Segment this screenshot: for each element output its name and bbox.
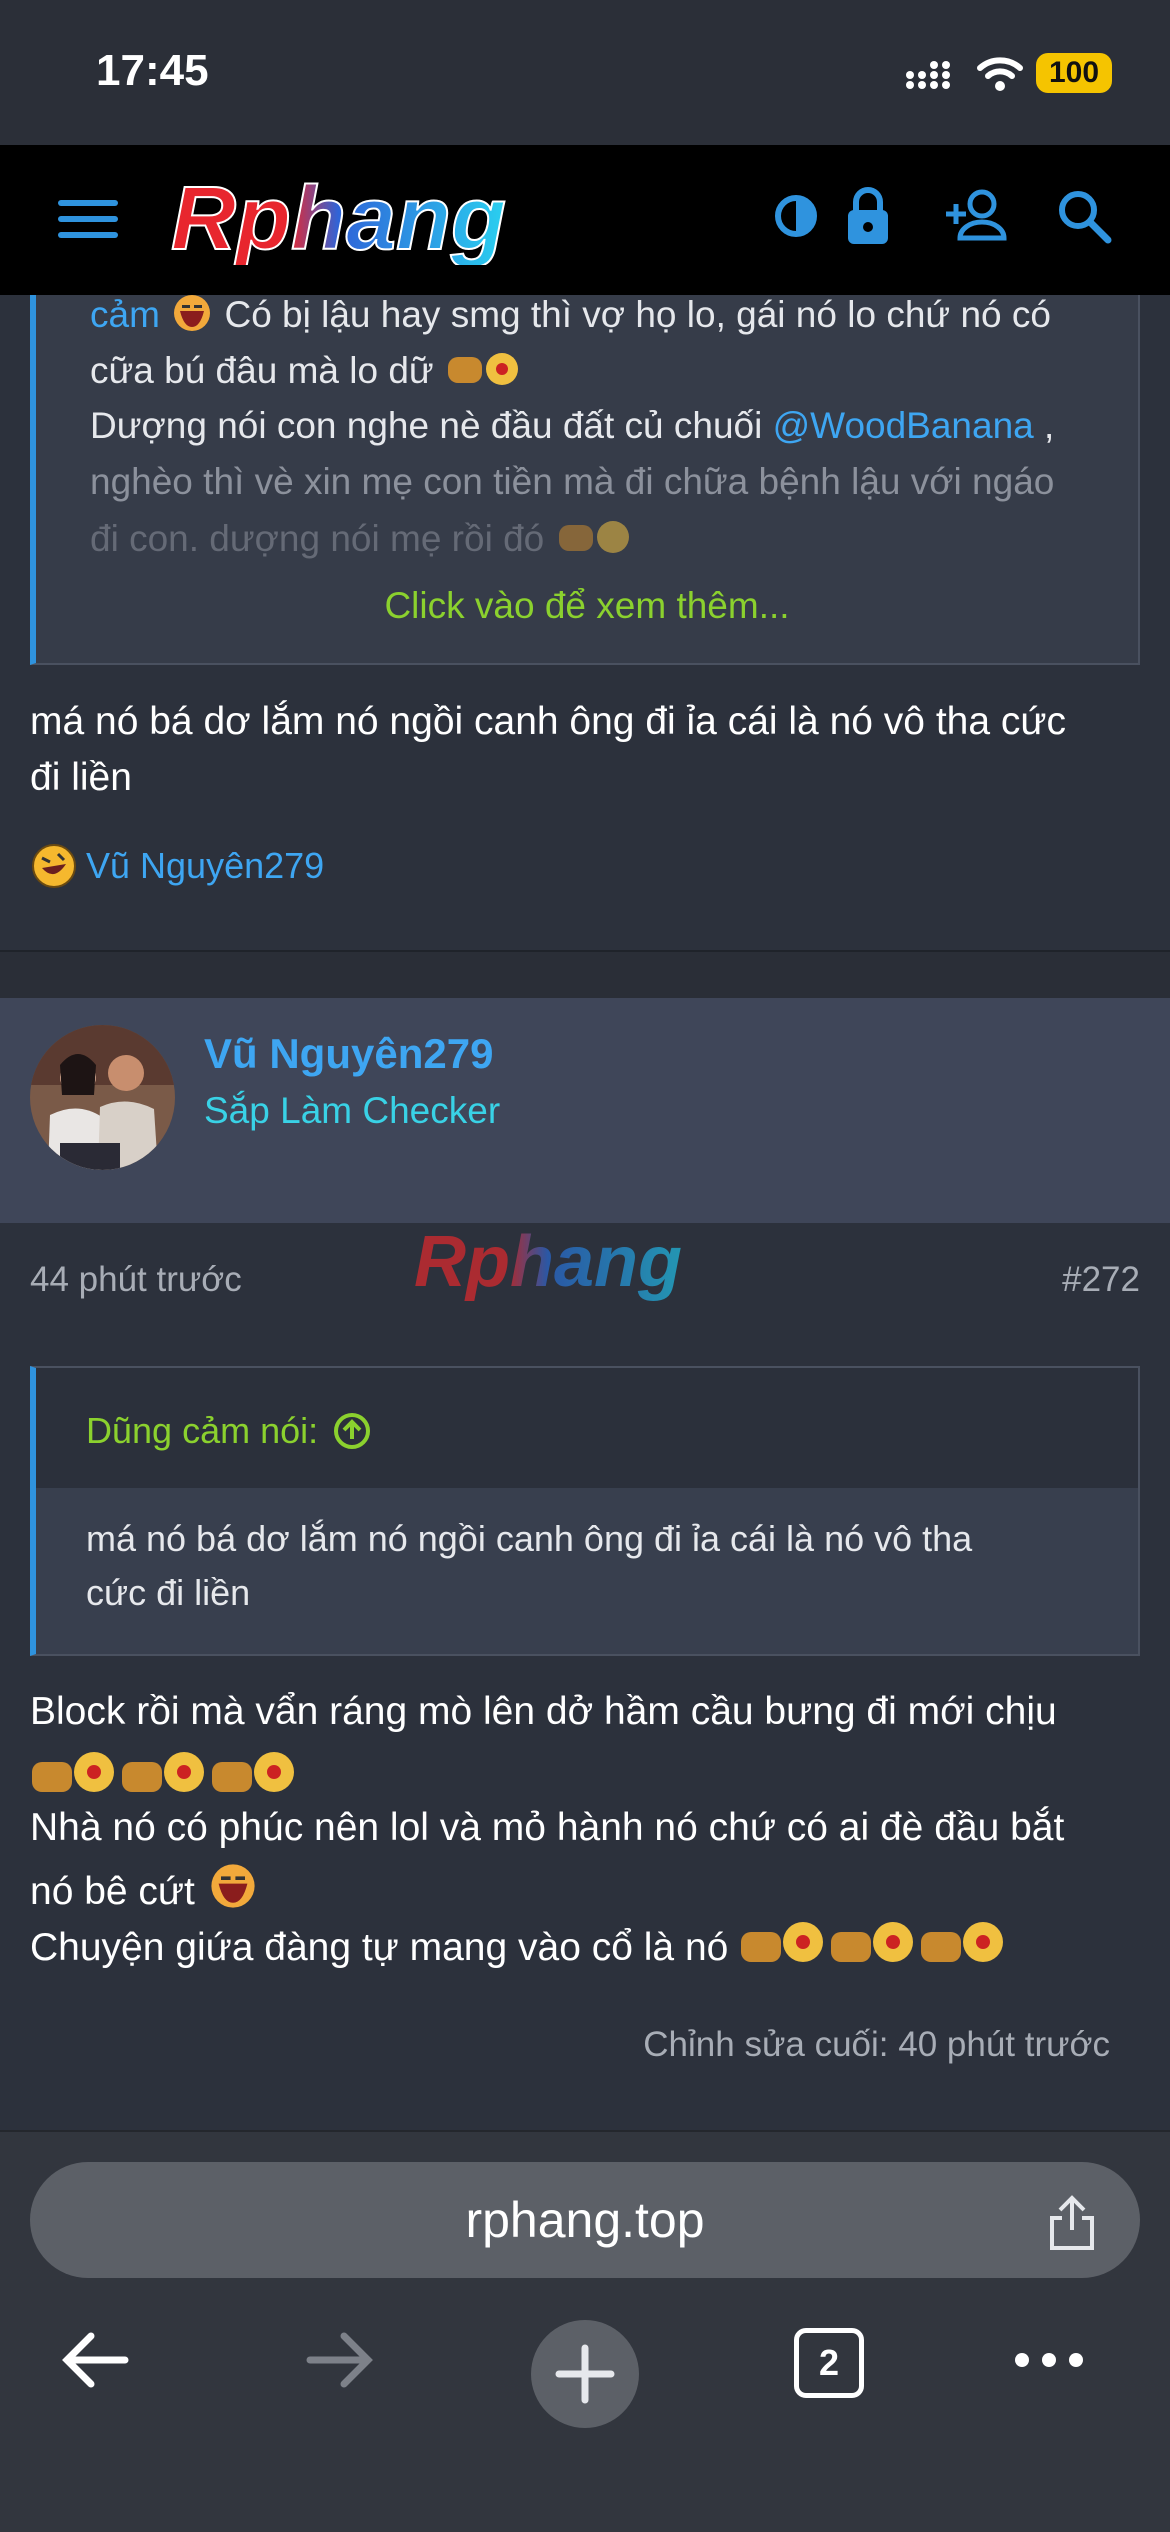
battery-indicator: 100 <box>1036 53 1112 93</box>
menu-icon[interactable] <box>58 198 118 240</box>
quote-line: cảm Có bị lậu hay smg thì vợ họ lo, gái … <box>90 294 1051 335</box>
expand-quote-link[interactable]: Click vào để xem thêm... <box>36 585 1138 627</box>
new-tab-button[interactable] <box>531 2320 639 2428</box>
svg-text:Rphang: Rphang <box>414 1222 682 1302</box>
quote-text-line: cức đi liền <box>86 1572 251 1613</box>
share-icon[interactable] <box>1044 2192 1100 2252</box>
tabs-button[interactable]: 2 <box>794 2328 864 2398</box>
plus-icon <box>555 2344 615 2404</box>
post-author-role: Sắp Làm Checker <box>204 1090 501 1131</box>
post-author-name[interactable]: Vũ Nguyên279 <box>204 1030 493 1078</box>
theme-toggle-icon[interactable] <box>760 180 832 252</box>
rofl-emoji-icon <box>32 844 76 888</box>
wifi-icon <box>977 57 1023 91</box>
mention-link[interactable]: @WoodBanana <box>773 405 1034 446</box>
reaction-user[interactable]: Vũ Nguyên279 <box>86 845 324 887</box>
quote-text-line: má nó bá dơ lắm nó ngồi canh ông đi ỉa c… <box>86 1518 973 1559</box>
post-text-line: đi liền <box>30 756 132 799</box>
stickers-emoji-icon <box>558 521 629 553</box>
user-card <box>0 998 1170 1223</box>
status-bar: 17:45 100 <box>0 0 1170 145</box>
search-icon[interactable] <box>1048 180 1120 252</box>
quote-line: nghèo thì vè xin mẹ con tiền mà đi chữa … <box>90 461 1055 502</box>
laugh-emoji-icon <box>174 295 211 331</box>
post-text-line: Nhà nó có phúc nên lol và mỏ hành nó chứ… <box>30 1806 1065 1849</box>
post-timestamp[interactable]: 44 phút trước <box>30 1260 242 1300</box>
post-text-line: má nó bá dơ lắm nó ngồi canh ông đi ỉa c… <box>30 700 1066 743</box>
svg-text:Rphang: Rphang <box>171 175 506 265</box>
reaction-summary[interactable]: Vũ Nguyên279 <box>30 840 324 892</box>
quote-line: Dượng nói con nghe nè đầu đất củ chuối @… <box>90 405 1055 446</box>
back-arrow-icon[interactable] <box>55 2320 135 2400</box>
url-text[interactable]: rphang.top <box>30 2162 1140 2278</box>
watermark-logo: Rphang <box>414 1222 682 1302</box>
cellular-signal-icon <box>906 61 950 89</box>
post-separator <box>0 950 1170 998</box>
quote-link[interactable]: cảm <box>90 294 160 335</box>
post-text-line: Chuyện giứa đàng tự mang vào cổ là nó <box>30 1918 1009 1970</box>
post-text-line: Block rồi mà vẩn ráng mò lên dở hầm cầu … <box>30 1690 1057 1733</box>
quote-header: Dũng cảm nói: <box>36 1368 1138 1488</box>
laugh-emoji-icon <box>211 1864 255 1908</box>
last-edited-note: Chỉnh sửa cuối: 40 phút trước <box>643 2025 1110 2064</box>
forward-arrow-icon[interactable] <box>300 2320 380 2400</box>
arrow-up-circle-icon[interactable] <box>332 1411 372 1451</box>
address-bar[interactable]: rphang.top <box>30 2162 1140 2278</box>
post-number-link[interactable]: #272 <box>1062 1260 1140 1300</box>
more-options-icon[interactable] <box>1012 2320 1086 2400</box>
add-user-icon[interactable] <box>940 180 1012 252</box>
quote-block: cảm Có bị lậu hay smg thì vợ họ lo, gái … <box>30 294 1140 665</box>
quote-block: Dũng cảm nói: má nó bá dơ lắm nó ngồi ca… <box>30 1366 1140 1656</box>
post-text-line: nó bê cứt <box>30 1862 260 1914</box>
quote-line: đi con. dượng nói mẹ rồi đó <box>90 517 639 560</box>
stickers-emoji-icon <box>741 1922 1004 1962</box>
status-time: 17:45 <box>96 46 209 95</box>
lock-icon[interactable] <box>832 180 904 252</box>
stickers-emoji-icon <box>32 1752 294 1792</box>
avatar[interactable] <box>30 1025 175 1170</box>
site-logo[interactable]: Rphang <box>165 175 725 265</box>
quote-line: cữa bú đâu mà lo dữ <box>90 349 528 392</box>
quote-author-link[interactable]: Dũng cảm nói: <box>86 1410 372 1452</box>
stickers-emoji-icon <box>447 353 518 385</box>
